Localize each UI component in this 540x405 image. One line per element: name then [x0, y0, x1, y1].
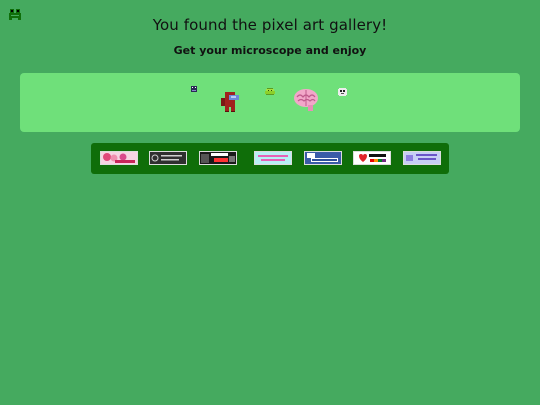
banner-anime-girls[interactable] — [100, 151, 138, 165]
pastel-banner-art — [255, 152, 291, 164]
anime-girls-banner-art — [101, 152, 137, 164]
red-crewmate-pixel[interactable] — [220, 91, 240, 113]
facebook-banner-art — [305, 152, 341, 164]
button-banner-strip — [91, 143, 449, 174]
brain-icon — [293, 88, 319, 112]
banner-pastel[interactable] — [254, 151, 292, 165]
banner-grey[interactable] — [149, 151, 187, 165]
tiny-monster-pixel[interactable] — [191, 86, 197, 92]
ghost-icon — [338, 88, 347, 96]
slime-icon — [265, 88, 275, 95]
furry-now-banner-art — [200, 152, 236, 164]
banner-furry-now[interactable] — [199, 151, 237, 165]
banner-pride-now[interactable] — [353, 151, 391, 165]
pink-brain-pixel[interactable] — [293, 88, 319, 112]
crewmate-icon — [220, 91, 240, 113]
purple-banner-art — [404, 152, 440, 164]
page-title: You found the pixel art gallery! — [152, 16, 388, 34]
tiny-monster-icon — [191, 86, 197, 92]
banner-purple[interactable] — [403, 151, 441, 165]
pixel-art-gallery — [20, 73, 520, 132]
banner-facebook[interactable] — [304, 151, 342, 165]
grey-banner-art — [150, 152, 186, 164]
pride-now-banner-art — [354, 152, 390, 164]
ghost-face-pixel[interactable] — [338, 88, 347, 96]
green-slime-pixel[interactable] — [265, 88, 275, 95]
page-subtitle: Get your microscope and enjoy — [173, 44, 367, 57]
